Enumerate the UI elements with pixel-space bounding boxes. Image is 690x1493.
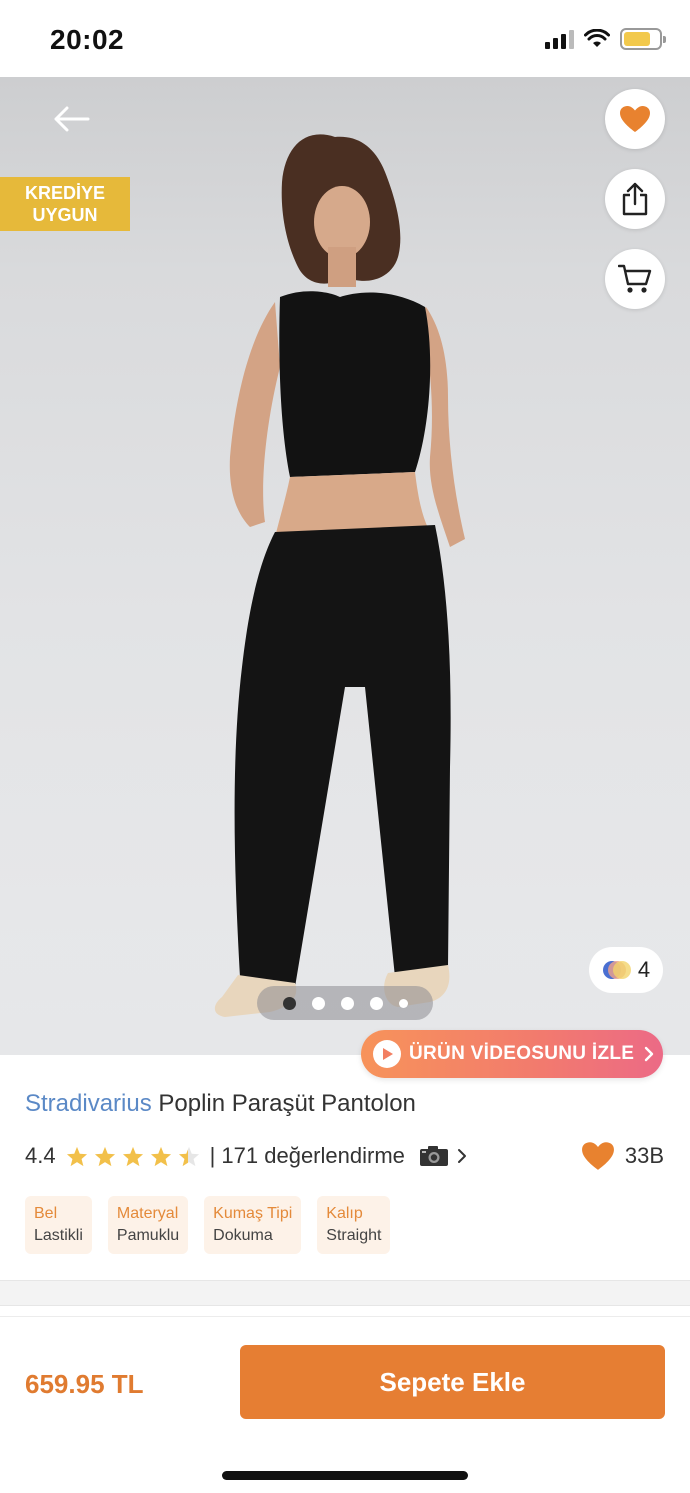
status-bar: 20:02 [0,0,690,77]
star-icon [66,1146,87,1166]
pager-dot[interactable] [369,996,383,1010]
star-icon [122,1146,143,1166]
add-to-cart-button[interactable]: Sepete Ekle [240,1345,665,1419]
section-divider [0,1280,690,1306]
rating-stars [66,1146,200,1167]
attribute-chip: Kalıp Straight [317,1196,391,1254]
heart-icon [620,106,650,132]
status-time: 20:02 [50,24,125,55]
attribute-key: Bel [34,1205,58,1222]
color-count: 4 [637,957,651,982]
wifi-icon [584,29,610,47]
attribute-chip: Materyal Pamuklu [107,1196,189,1254]
attribute-key: Materyal [116,1205,179,1222]
reviews-link[interactable]: | 171 değerlendirme [210,1143,405,1169]
watch-video-button[interactable]: ÜRÜN VİDEOSUNU İZLE [361,1030,663,1078]
share-icon [622,182,648,216]
attribute-value: Dokuma [213,1227,273,1244]
pager-dot[interactable] [282,996,296,1010]
favorites-value: 33B [624,1143,664,1168]
attribute-chip: Kumaş Tipi Dokuma [204,1196,302,1254]
product-photo [214,134,465,1017]
status-icons [545,28,666,50]
credit-badge-line2: UYGUN [32,205,98,225]
home-indicator[interactable] [222,1471,468,1480]
credit-eligible-badge: KREDİYE UYGUN [0,177,130,231]
attribute-value: Straight [326,1227,382,1244]
half-star-icon [178,1146,199,1166]
color-swatch-icon [602,961,631,979]
rating-value: 4.4 [25,1143,56,1168]
attribute-value: Pamuklu [116,1227,180,1244]
battery-level [624,32,650,46]
product-name: Poplin Paraşüt Pantolon [158,1090,416,1117]
favorites-count: 33B [581,1138,664,1174]
rating-row[interactable]: 4.4 | 171 değerlendirme [25,1138,467,1174]
attribute-key: Kalıp [326,1205,363,1222]
chevron-right-icon [645,1046,654,1062]
image-pager[interactable] [257,986,433,1020]
pager-dot[interactable] [340,996,354,1010]
product-attributes: Bel Lastikli Materyal Pamuklu Kumaş Tipi… [25,1196,391,1254]
product-title: Stradivarius Poplin Paraşüt Pantolon [25,1090,416,1118]
credit-badge-line1: KREDİYE [24,183,105,203]
pager-dot[interactable] [398,998,408,1008]
cart-icon [618,264,652,293]
cart-shortcut-button[interactable] [605,249,665,309]
bottom-purchase-bar: 659.95 TL Sepete Ekle [0,1316,690,1493]
arrow-left-icon [54,106,90,132]
attribute-chip: Bel Lastikli [25,1196,92,1254]
share-button[interactable] [605,169,665,229]
price: 659.95 TL [25,1369,144,1399]
favorite-button[interactable] [605,89,665,149]
attribute-key: Kumaş Tipi [213,1205,293,1222]
battery-icon [620,28,666,50]
video-button-label: ÜRÜN VİDEOSUNU İZLE [409,1043,635,1064]
brand-link[interactable]: Stradivarius [25,1090,152,1117]
chevron-right-icon [457,1149,466,1163]
camera-icon [419,1146,448,1166]
attribute-value: Lastikli [34,1227,83,1244]
play-icon [373,1040,401,1068]
back-button[interactable] [48,99,94,139]
signal-icon [545,29,574,49]
color-options-button[interactable]: 4 [589,947,663,993]
pager-dot[interactable] [311,996,325,1010]
star-icon [150,1146,171,1166]
product-image-gallery[interactable]: KREDİYE UYGUN 4 [0,77,690,1055]
heart-icon [581,1142,614,1170]
star-icon [94,1146,115,1166]
